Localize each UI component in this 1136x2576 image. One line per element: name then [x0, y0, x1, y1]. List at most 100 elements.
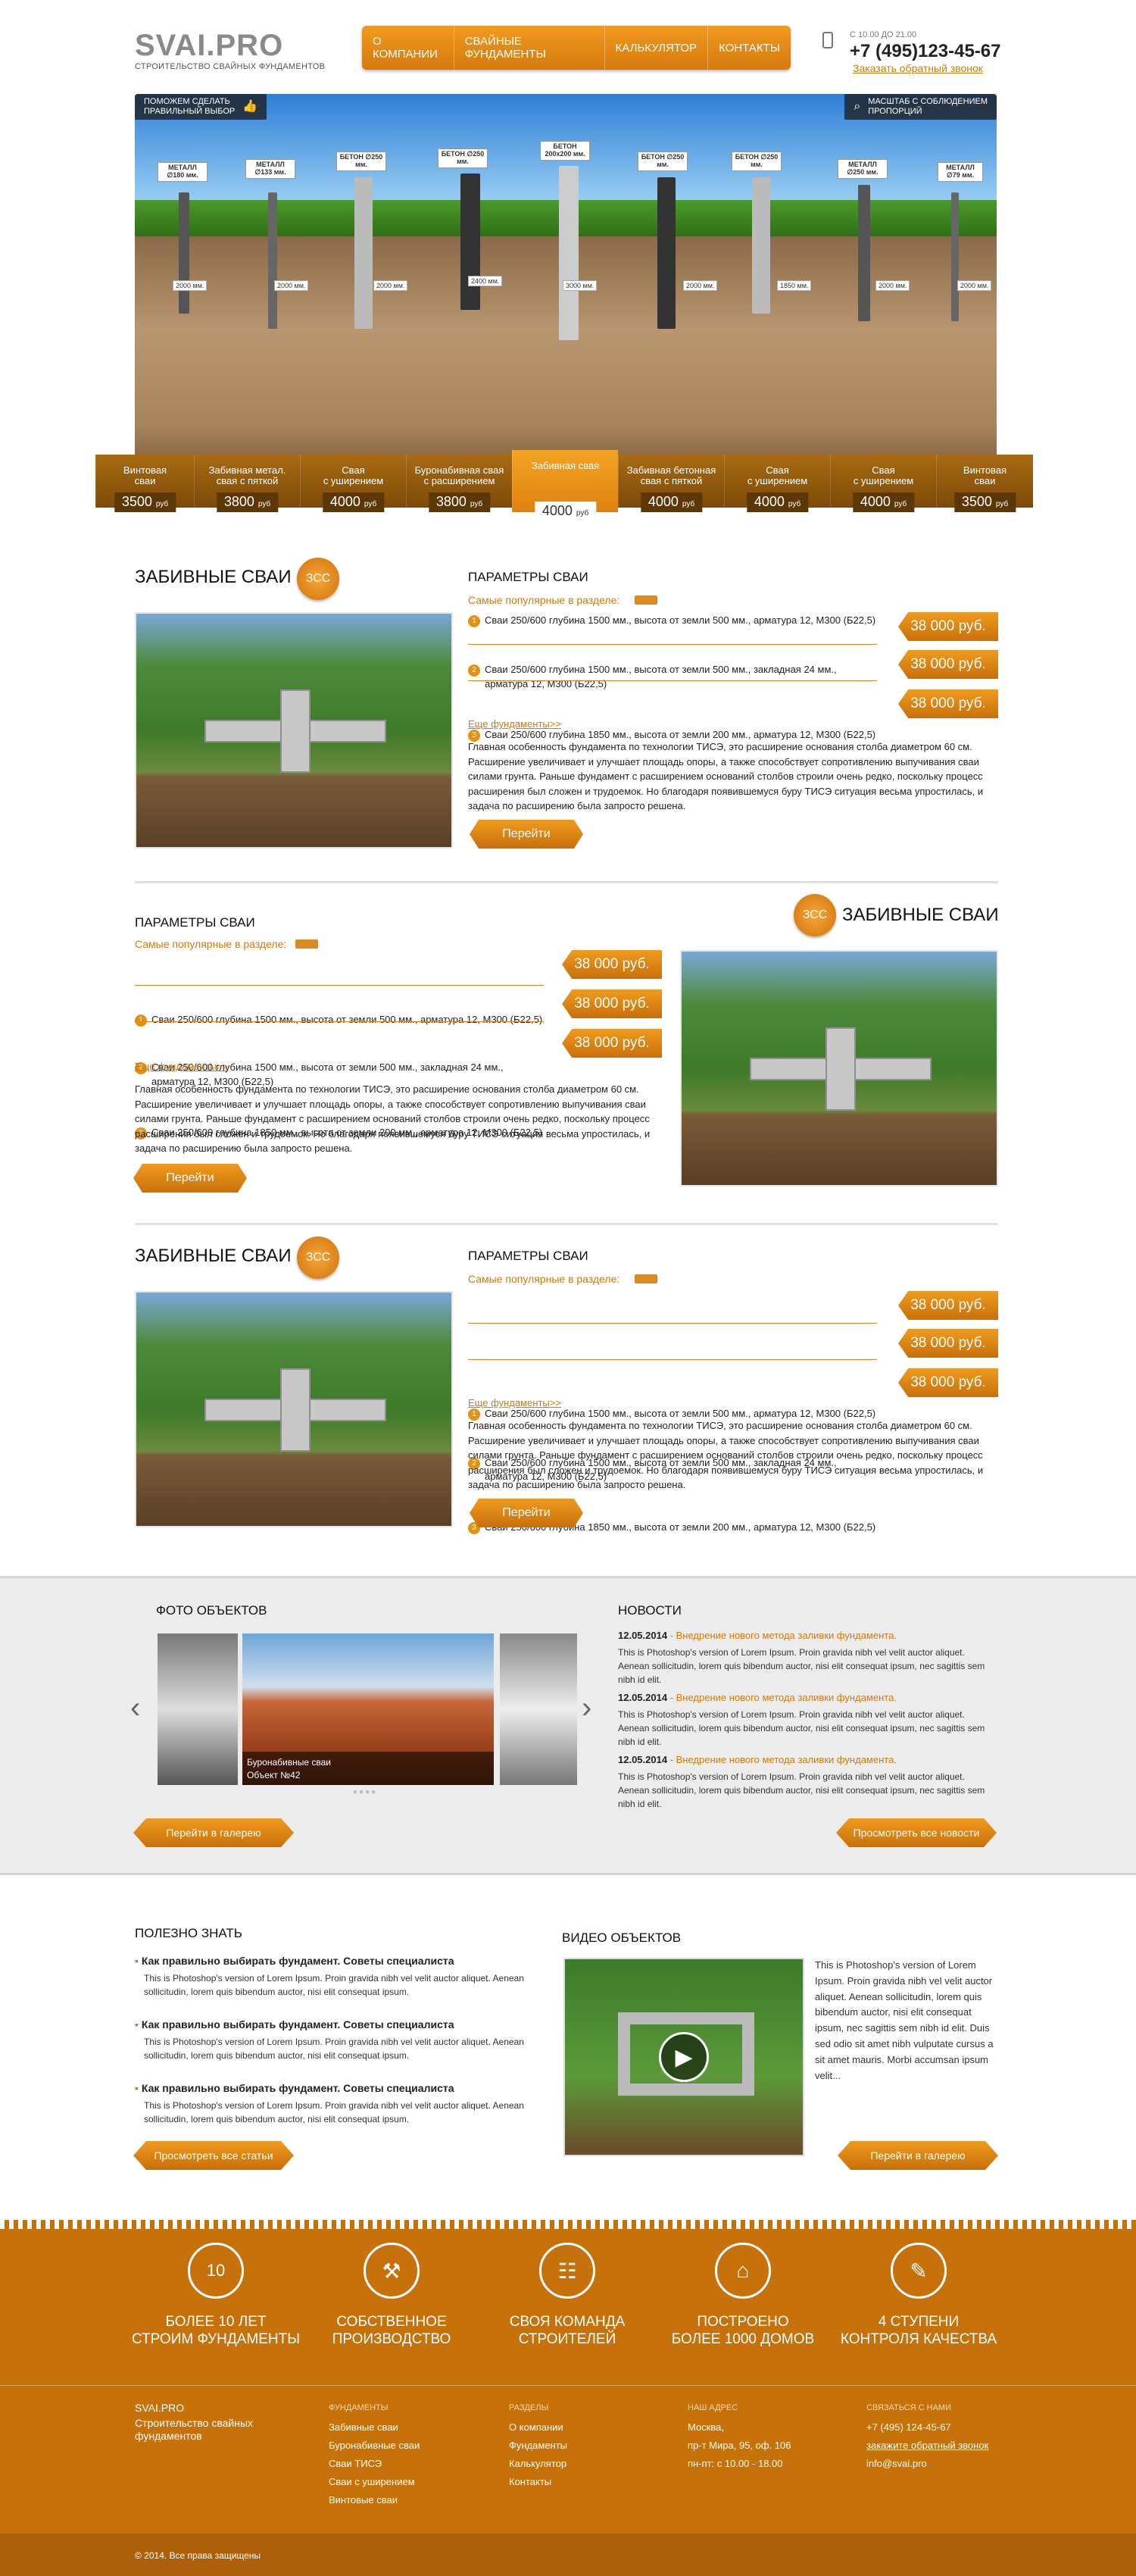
popular-icon [635, 1274, 657, 1283]
footer-callback-link[interactable]: закажите обратный звонок [866, 2437, 988, 2455]
ribbon-item-7[interactable]: Свая с уширением 4000 руб [724, 455, 830, 512]
section-2-more-link[interactable]: Еще фундаменты>> [135, 1061, 228, 1072]
section-1-price-1[interactable]: 38 000 руб. [898, 612, 998, 641]
news-item-3[interactable]: 12.05.2014 - Внедрение нового метода зал… [618, 1753, 997, 1811]
section-1-go-button[interactable]: Перейти [470, 820, 583, 849]
section-2-price-2[interactable]: 38 000 руб. [562, 989, 662, 1018]
nav-foundations[interactable]: СВАЙНЫЕ ФУНДАМЕНТЫ [454, 26, 605, 70]
footer-link[interactable]: Сваи с уширением [329, 2473, 420, 2491]
footer-email[interactable]: info@svai.pro [866, 2455, 988, 2473]
section-1-price-2[interactable]: 38 000 руб. [898, 650, 998, 679]
pile-9-label: МЕТАЛЛ ∅79 мм. [938, 162, 983, 182]
pile-4-depth: 2400 мм. [468, 276, 503, 286]
section-3-more-link[interactable]: Еще фундаменты>> [468, 1397, 561, 1408]
ribbon-item-8[interactable]: Свая с уширением 4000 руб [830, 455, 936, 512]
copyright: © 2014. Все права защищены [135, 2550, 261, 2561]
hero-tip-choice[interactable]: ПОМОЖЕМ СДЕЛАТЬ ПРАВИЛЬНЫЙ ВЫБОР 👍 [135, 94, 267, 120]
section-2-popular: Самые популярные в разделе: [135, 938, 287, 950]
useful-item-text: This is Photoshop's version of Lorem Ips… [144, 2037, 524, 2061]
footer-link[interactable]: Калькулятор [509, 2455, 567, 2473]
gallery-main-photo[interactable]: Буронабивные сваи Объект №42 [242, 1633, 494, 1785]
useful-item-3[interactable]: ▪ Как правильно выбирать фундамент. Сове… [135, 2082, 529, 2126]
news-link[interactable]: Внедрение нового метода заливки фундамен… [676, 1754, 897, 1765]
video-gallery-button[interactable]: Перейти в галерею [838, 2141, 998, 2170]
footer-link[interactable]: Фундаменты [509, 2437, 567, 2455]
ribbon-item-7-price: 4000 [754, 494, 785, 510]
gallery-button[interactable]: Перейти в галерею [133, 1818, 294, 1847]
calendar-icon: 10 [188, 2243, 244, 2299]
pile-6 [657, 177, 676, 329]
footer-link[interactable]: Забивные сваи [329, 2418, 420, 2437]
chevron-right-icon[interactable]: › [582, 1691, 591, 1725]
pile-9 [951, 192, 959, 321]
section-2-price-1[interactable]: 38 000 руб. [562, 950, 662, 979]
nav-contacts[interactable]: КОНТАКТЫ [708, 26, 791, 70]
section-1-params-title: ПАРАМЕТРЫ СВАИ [468, 570, 588, 584]
news-item-2[interactable]: 12.05.2014 - Внедрение нового метода зал… [618, 1691, 997, 1749]
section-3-badge: ЗСС [297, 1236, 339, 1279]
section-1-item-1[interactable]: 1 Сваи 250/600 глубина 1500 мм., высота о… [468, 614, 877, 628]
section-2-go-button[interactable]: Перейти [133, 1164, 247, 1193]
footer-link[interactable]: Сваи ТИСЭ [329, 2455, 420, 2473]
callback-link[interactable]: Заказать обратный звонок [853, 62, 983, 74]
logo-subtitle: СТРОИТЕЛЬСТВО СВАЙНЫХ ФУНДАМЕНТОВ [135, 62, 326, 71]
footer-link[interactable]: О компании [509, 2418, 567, 2437]
section-1-item-2[interactable]: 2 Сваи 250/600 глубина 1500 мм., высота о… [468, 663, 877, 692]
section-3-price-3[interactable]: 38 000 руб. [898, 1368, 998, 1397]
section-2-price-3[interactable]: 38 000 руб. [562, 1029, 662, 1058]
footer-logo[interactable]: SVAI.PRO [135, 2402, 184, 2414]
item-text: Сваи 250/600 глубина 1500 мм., высота от… [485, 1407, 876, 1419]
useful-item-2[interactable]: ▪ Как правильно выбирать фундамент. Сове… [135, 2018, 529, 2062]
useful-item-title[interactable]: ▪ Как правильно выбирать фундамент. Сове… [135, 2018, 529, 2030]
pile-1-depth: 2000 мм. [173, 280, 208, 291]
section-1-photo [135, 612, 453, 849]
all-news-button[interactable]: Просмотреть все новости [836, 1818, 997, 1847]
gallery-thumb-left[interactable] [158, 1633, 238, 1785]
ribbon-item-9[interactable]: Винтовая сваи 3500 руб [936, 455, 1033, 512]
item-text: Сваи 250/600 глубина 1500 мм., высота от… [485, 663, 837, 689]
hero-tip-scale[interactable]: ⌕ МАСШТАБ С СОБЛЮДЕНИЕМ ПРОПОРЦИЙ [844, 94, 997, 120]
pile-6-label: БЕТОН ∅250 мм. [638, 152, 688, 171]
ribbon-item-5[interactable]: Забивная свая 4000 руб [512, 450, 618, 521]
section-3-price-2[interactable]: 38 000 руб. [898, 1329, 998, 1358]
ribbon-item-4[interactable]: Буронабивная свая с расширением 3800 руб [406, 455, 512, 512]
work-hours: С 10.00 ДО 21.00 [850, 30, 917, 39]
chevron-left-icon[interactable]: ‹ [130, 1691, 140, 1725]
footer-link[interactable]: Контакты [509, 2473, 567, 2491]
gallery-dots[interactable]: ●●●● [353, 1788, 377, 1796]
news-sep: - [667, 1754, 676, 1765]
video-player[interactable]: ▶ [563, 1958, 804, 2156]
ribbon-item-7-name: Свая с уширением [747, 464, 808, 487]
ribbon-item-6[interactable]: Забивная бетонная свая с пяткой 4000 руб [618, 455, 724, 512]
section-3-price-1[interactable]: 38 000 руб. [898, 1291, 998, 1320]
section-2-item-1[interactable]: 1 Сваи 250/600 глубина 1500 мм., высота о… [135, 1013, 544, 1027]
ribbon-item-9-price: 3500 [961, 494, 992, 510]
section-3-go-button[interactable]: Перейти [470, 1499, 583, 1527]
gallery-thumb-right[interactable] [500, 1633, 577, 1785]
header-phone[interactable]: +7 (495)123-45-67 [850, 41, 1000, 62]
section-1-more-link[interactable]: Еще фундаменты>> [468, 718, 561, 730]
all-articles-button[interactable]: Просмотреть все статьи [133, 2141, 294, 2170]
footer-link[interactable]: Буронабивные сваи [329, 2437, 420, 2455]
news-link[interactable]: Внедрение нового метода заливки фундамен… [676, 1692, 897, 1703]
news-link[interactable]: Внедрение нового метода заливки фундамен… [676, 1630, 897, 1641]
ribbon-item-5-price: 4000 [541, 503, 573, 519]
ribbon-item-1[interactable]: Винтовая сваи 3500 руб [95, 455, 194, 512]
nav-calculator[interactable]: КАЛЬКУЛЯТОР [605, 26, 709, 70]
footer-link[interactable]: Винтовые сваи [329, 2491, 420, 2509]
useful-item-1[interactable]: ▪ Как правильно выбирать фундамент. Сове… [135, 1955, 529, 1999]
ribbon-item-2[interactable]: Забивная метал. свая с пяткой 3800 руб [194, 455, 300, 512]
section-3-title: ЗАБИВНЫЕ СВАИ [135, 1246, 292, 1266]
section-1-price-3[interactable]: 38 000 руб. [898, 689, 998, 718]
ribbon-item-3[interactable]: Свая с уширением 4000 руб [300, 455, 406, 512]
news-item-1[interactable]: 12.05.2014 - Внедрение нового метода зал… [618, 1629, 997, 1687]
section-2-badge: ЗСС [794, 894, 836, 936]
logo[interactable]: SVAI.PRO [135, 29, 283, 63]
useful-item-title[interactable]: ▪ Как правильно выбирать фундамент. Сове… [135, 2082, 529, 2094]
play-icon[interactable]: ▶ [659, 2032, 709, 2082]
footer-address-line: пн-пт: с 10.00 - 18.00 [688, 2458, 783, 2469]
footer-phone[interactable]: +7 (495) 124-45-67 [866, 2418, 988, 2437]
ribbon-currency: руб [364, 500, 377, 509]
nav-about[interactable]: О КОМПАНИИ [362, 26, 454, 70]
useful-item-title[interactable]: ▪ Как правильно выбирать фундамент. Сове… [135, 1955, 529, 1967]
